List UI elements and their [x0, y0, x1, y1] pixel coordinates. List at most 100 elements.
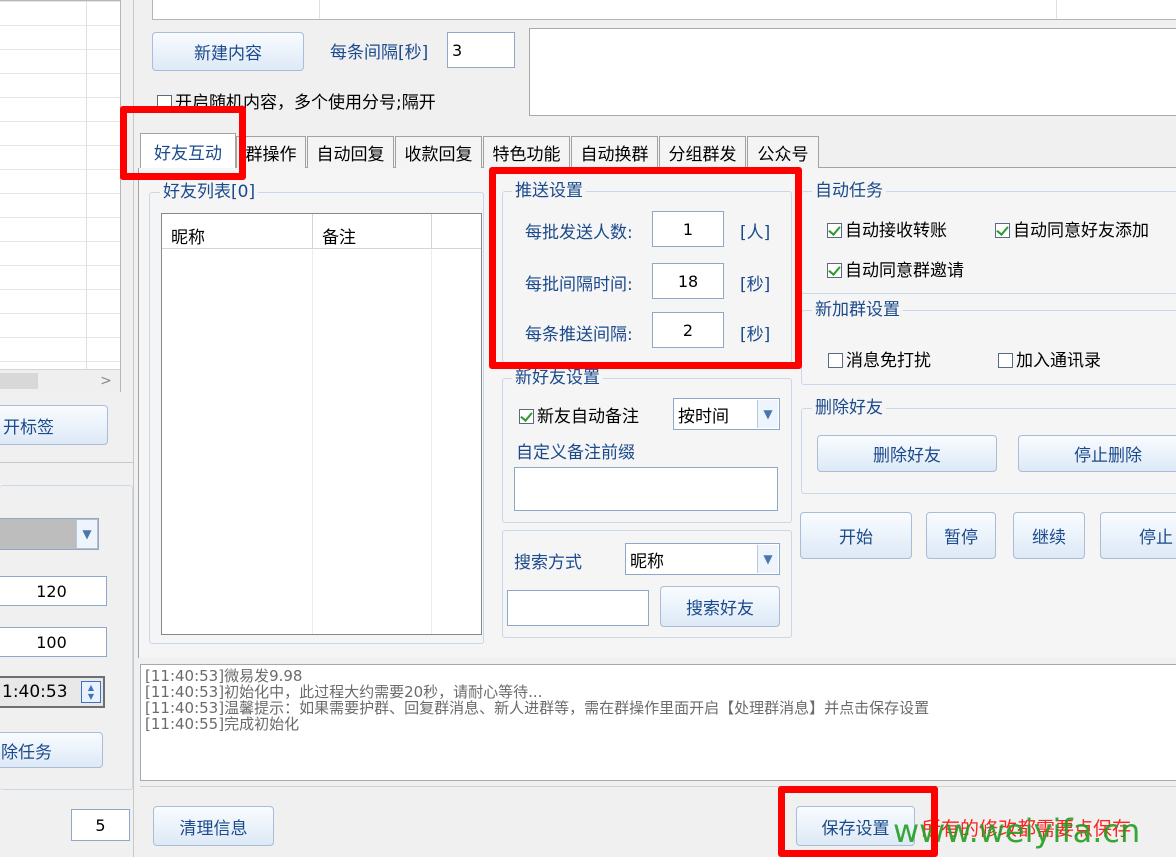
add-to-contacts-checkbox[interactable]: [998, 353, 1013, 368]
log-line: [11:40:53]微易发9.98: [145, 667, 303, 685]
time-spinner[interactable]: 1:40:53 ▲ ▼: [0, 676, 105, 708]
auto-accept-friend-option[interactable]: 自动同意好友添加: [995, 216, 1149, 241]
search-input[interactable]: [507, 590, 649, 626]
search-friend-button[interactable]: 搜索好友: [660, 586, 780, 627]
note-mode-dropdown[interactable]: 按时间 ▼: [673, 398, 780, 430]
new-content-button[interactable]: 新建内容: [152, 32, 304, 71]
batch-interval-value: 18: [677, 271, 699, 291]
col-divider: [312, 214, 313, 248]
chevron-down-icon[interactable]: ▼: [76, 520, 97, 548]
random-content-checkbox[interactable]: [157, 95, 172, 110]
auto-receive-transfer-label: 自动接收转账: [845, 221, 947, 241]
value-120: 120: [36, 581, 67, 601]
mute-messages-option[interactable]: 消息免打扰: [828, 346, 931, 371]
auto-note-label: 新友自动备注: [537, 407, 639, 427]
batch-interval-unit: [秒]: [740, 275, 771, 295]
start-button[interactable]: 开始: [800, 512, 912, 559]
spinner-icon[interactable]: ▲ ▼: [81, 681, 101, 703]
batch-size-value: 1: [682, 219, 694, 239]
random-content-option[interactable]: 开启随机内容，多个使用分号;隔开: [157, 88, 436, 113]
value-100-field[interactable]: 100: [0, 627, 107, 657]
friend-table[interactable]: 昵称 备注: [161, 213, 482, 635]
tab-payment-reply[interactable]: 收款回复: [395, 136, 482, 168]
auto-note-checkbox[interactable]: [519, 409, 534, 424]
interval-input[interactable]: 3: [447, 32, 515, 68]
log-area[interactable]: [11:40:53]微易发9.98 [11:40:53]初始化中，此过程大约需要…: [140, 664, 1176, 781]
chevron-right-icon[interactable]: >: [94, 370, 118, 392]
value-120-field[interactable]: 120: [0, 576, 107, 606]
tab-friend-interaction[interactable]: 好友互动: [140, 133, 236, 169]
content-list-divider: [1056, 0, 1057, 19]
time-value: 1:40:53: [2, 682, 68, 702]
resume-button[interactable]: 继续: [1013, 512, 1085, 559]
content-list[interactable]: [152, 0, 1176, 20]
left-list-vline: [86, 1, 87, 369]
friend-list-title: 好友列表[0]: [160, 182, 259, 202]
col-nickname[interactable]: 昵称: [171, 223, 205, 248]
auto-receive-transfer-checkbox[interactable]: [827, 223, 842, 238]
batch-size-unit: [人]: [740, 223, 771, 243]
interval-label: 每条间隔[秒]: [330, 43, 429, 63]
tab-auto-switch-group[interactable]: 自动换群: [571, 136, 658, 168]
auto-tasks-title: 自动任务: [812, 181, 886, 201]
auto-accept-group-label: 自动同意群邀请: [845, 261, 964, 281]
new-group-settings-title: 新加群设置: [812, 300, 903, 320]
note-mode-value: 按时间: [678, 406, 729, 427]
watermark: www.weiyifa.cn: [893, 812, 1141, 850]
horizontal-scrollbar[interactable]: >: [0, 369, 120, 392]
tab-group-ops[interactable]: 群操作: [236, 136, 306, 168]
task-button[interactable]: 除任务: [0, 732, 103, 768]
add-to-contacts-option[interactable]: 加入通讯录: [998, 346, 1101, 371]
random-content-label: 开启随机内容，多个使用分号;隔开: [175, 93, 436, 113]
batch-interval-label: 每批间隔时间:: [525, 275, 633, 295]
push-interval-unit: [秒]: [740, 325, 771, 345]
tab-group-broadcast[interactable]: 分组群发: [659, 136, 746, 168]
value-100: 100: [36, 632, 67, 652]
friend-table-body: [162, 249, 481, 634]
add-to-contacts-label: 加入通讯录: [1016, 351, 1101, 371]
clear-info-button[interactable]: 清理信息: [153, 806, 274, 846]
col-divider: [431, 214, 432, 248]
bottom-value-field[interactable]: 5: [71, 809, 130, 841]
auto-receive-transfer-option[interactable]: 自动接收转账: [827, 216, 947, 241]
batch-interval-input[interactable]: 18: [652, 263, 724, 299]
custom-prefix-input[interactable]: [514, 467, 778, 511]
stop-delete-button[interactable]: 停止删除: [1018, 435, 1176, 472]
search-mode-dropdown[interactable]: 昵称 ▼: [625, 543, 780, 575]
auto-accept-group-option[interactable]: 自动同意群邀请: [827, 256, 964, 281]
auto-note-option[interactable]: 新友自动备注: [519, 402, 639, 427]
log-line: [11:40:55]完成初始化: [145, 715, 300, 733]
left-list-grid: [0, 1, 120, 369]
left-dropdown[interactable]: ▼: [0, 518, 99, 550]
auto-accept-group-checkbox[interactable]: [827, 263, 842, 278]
col-note[interactable]: 备注: [322, 223, 356, 248]
log-line: [11:40:53]温馨提示：如果需要护群、回复群消息、新人进群等，需在群操作里…: [145, 699, 930, 717]
left-panel-divider: [0, 462, 134, 463]
custom-prefix-label: 自定义备注前缀: [516, 443, 635, 463]
content-textarea[interactable]: [529, 28, 1176, 116]
chevron-down-icon[interactable]: ▼: [757, 400, 778, 428]
tab-special-features[interactable]: 特色功能: [483, 136, 570, 168]
stop-button[interactable]: 停止: [1100, 512, 1176, 559]
push-interval-label: 每条推送间隔:: [525, 325, 633, 345]
left-list[interactable]: >: [0, 0, 121, 392]
tab-official-account[interactable]: 公众号: [747, 136, 819, 168]
batch-size-label: 每批发送人数:: [525, 223, 633, 243]
interval-value: 3: [452, 40, 463, 60]
friend-table-header: 昵称 备注: [162, 214, 481, 249]
open-tag-button[interactable]: 开标签: [0, 405, 108, 445]
log-line: [11:40:53]初始化中，此过程大约需要20秒，请耐心等待...: [145, 683, 543, 701]
push-interval-input[interactable]: 2: [652, 312, 724, 348]
auto-accept-friend-checkbox[interactable]: [995, 223, 1010, 238]
batch-size-input[interactable]: 1: [652, 211, 724, 247]
mute-messages-checkbox[interactable]: [828, 353, 843, 368]
delete-friend-button[interactable]: 删除好友: [817, 435, 997, 472]
new-friend-title: 新好友设置: [512, 368, 603, 388]
mute-messages-label: 消息免打扰: [846, 351, 931, 371]
tab-auto-reply[interactable]: 自动回复: [307, 136, 394, 168]
push-interval-value: 2: [682, 320, 694, 340]
scrollbar-thumb[interactable]: [0, 373, 38, 389]
delete-friend-title: 删除好友: [812, 398, 886, 418]
pause-button[interactable]: 暂停: [926, 512, 996, 559]
chevron-down-icon[interactable]: ▼: [757, 545, 778, 573]
